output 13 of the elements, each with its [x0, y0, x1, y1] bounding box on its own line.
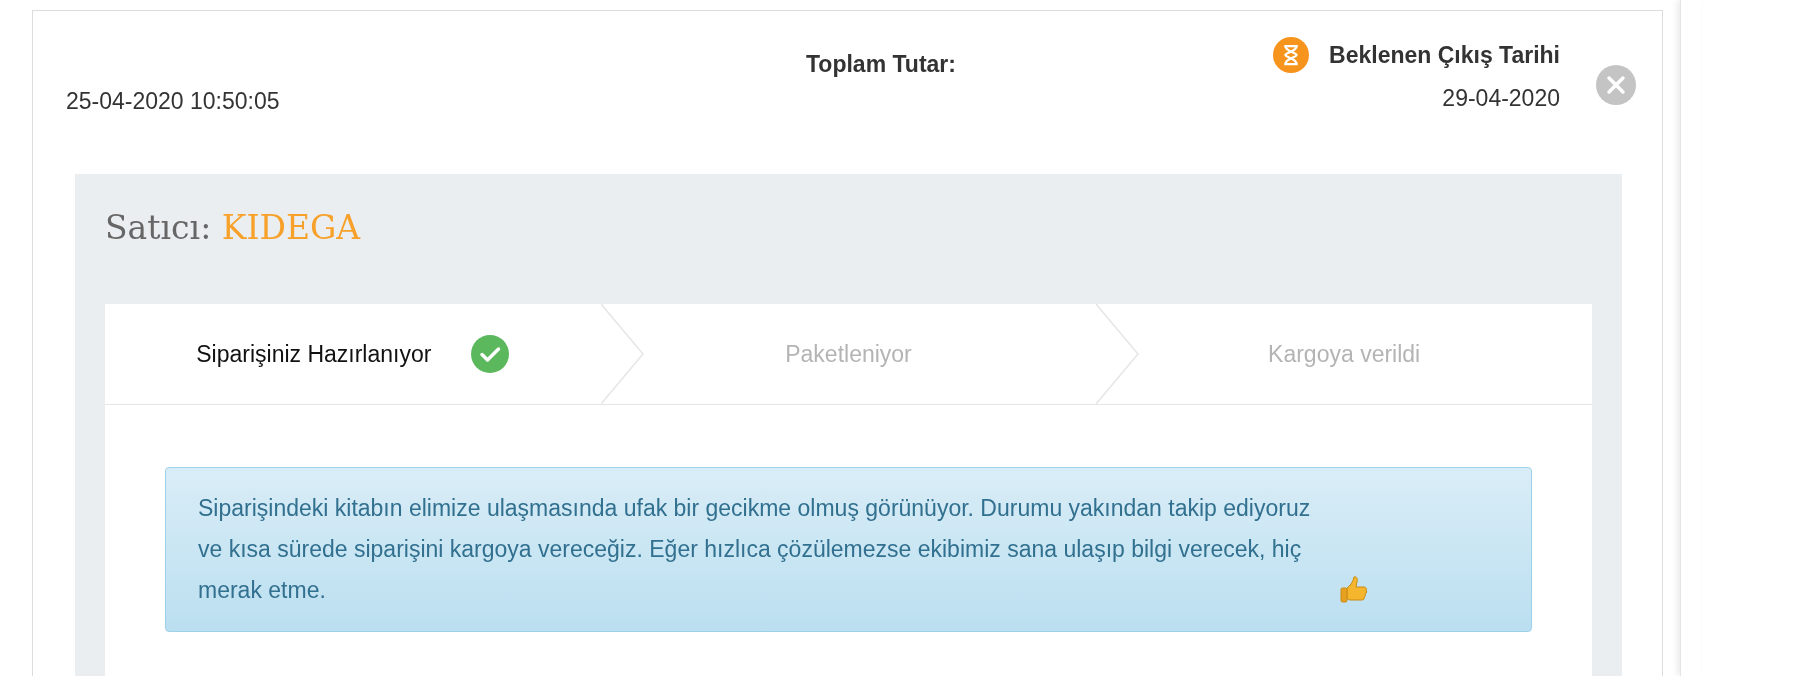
step-label: Paketleniyor — [785, 340, 912, 368]
check-icon — [471, 335, 510, 373]
step-label: Siparişiniz Hazırlanıyor — [196, 340, 432, 368]
seller-title: Satıcı: KIDEGA — [105, 208, 362, 249]
expected-date: 29-04-2020 — [1442, 85, 1560, 112]
expected-date-label: Beklenen Çıkış Tarihi — [1329, 41, 1560, 69]
thumbs-up-icon — [1338, 575, 1368, 605]
close-icon[interactable] — [1596, 65, 1636, 105]
total-label: Toplam Tutar: — [806, 51, 956, 78]
step-label: Kargoya verildi — [1268, 340, 1421, 368]
hourglass-icon — [1273, 37, 1310, 73]
alert-message: Siparişindeki kitabın elimize ulaşmasında ufak bir gecikme olmuş görünüyor. Durumu yakından takip ediyoruz ve kısa sürede siparişini kargoya vereceğiz. Eğer hızlıca çözülemezse ekibimiz sana ulaşıp bilgi verecek, hiç merak etme. — [198, 494, 1312, 605]
order-date: 25-04-2020 10:50:05 — [66, 88, 281, 115]
